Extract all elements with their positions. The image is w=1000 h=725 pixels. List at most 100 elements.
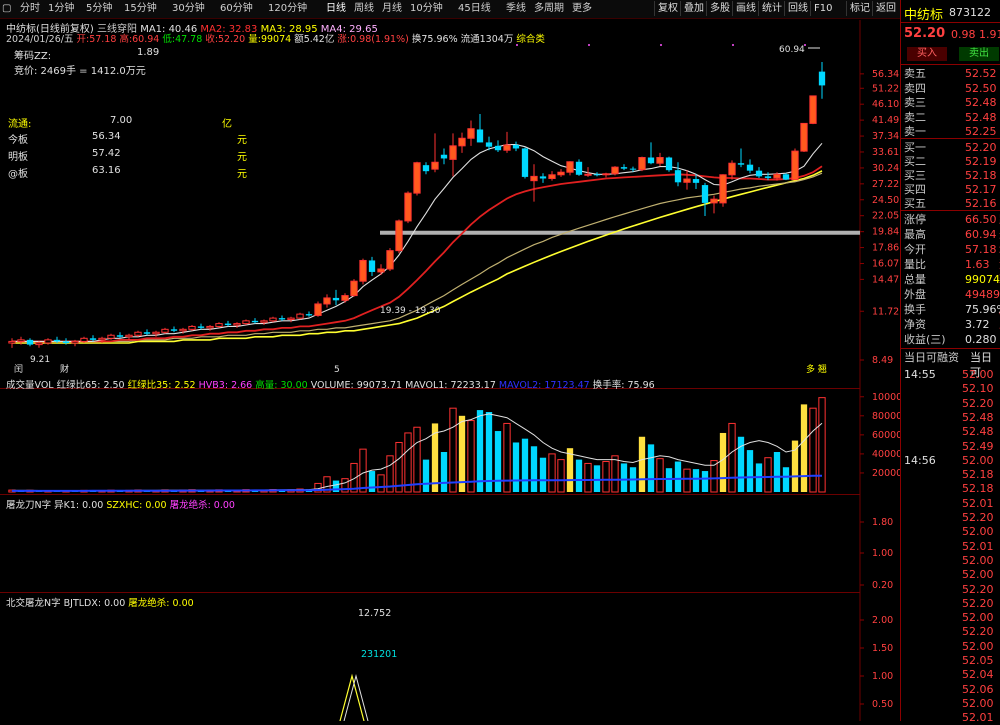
candle-body-down xyxy=(746,164,754,171)
volume-bar-up xyxy=(377,474,385,493)
candle-body-up xyxy=(656,157,664,164)
candle-body-down xyxy=(170,329,178,331)
float-label: 流通: xyxy=(8,119,32,130)
tick-price: 52.00 xyxy=(962,611,994,625)
candle-body-down xyxy=(53,339,61,342)
candle-body-up xyxy=(125,334,133,338)
volume-bar-highlight xyxy=(458,415,466,492)
candle-body-up xyxy=(350,280,358,297)
volume-bar-down xyxy=(782,467,790,492)
stat-row: 最高60.94最 xyxy=(904,227,1000,242)
quote-value: 52.20 xyxy=(965,141,997,154)
quote-value: 1.63 xyxy=(965,258,990,271)
volume-bar-up xyxy=(656,458,664,493)
next-board-value: 63.16 xyxy=(92,165,121,176)
tick-price: 52.48 xyxy=(962,425,994,439)
tick-price: 52.00 xyxy=(962,453,994,467)
tick-row: 52.00 xyxy=(904,639,1000,654)
quote-label: 净资 xyxy=(904,318,926,331)
divider xyxy=(900,22,1000,23)
candle-body-up xyxy=(107,334,115,339)
candle-body-up xyxy=(800,122,808,152)
candle-body-up xyxy=(467,128,475,139)
float-value: 7.00 xyxy=(110,115,133,126)
ind3-peak-white xyxy=(343,674,369,721)
volume-bar-down xyxy=(440,452,448,492)
tick-row: 52.01 xyxy=(904,710,1000,725)
price-tick-label: 33.61 xyxy=(872,147,899,158)
indicator3-peak-label: 12.752 xyxy=(358,608,392,619)
volume-bar-down xyxy=(593,465,601,492)
candle-body-up xyxy=(8,340,16,344)
candle-body-up xyxy=(584,173,592,176)
candle-body-up xyxy=(269,317,277,322)
indicator2-header: 屠龙刀N字 异K1: 0.00 SZXHC: 0.00 屠龙绝杀: 0.00 xyxy=(6,500,235,511)
quote-label: 卖四 xyxy=(904,81,926,95)
quote-label: 买三 xyxy=(904,169,926,182)
ticks-header-label: 当日可融资 xyxy=(904,351,959,364)
candle-body-down xyxy=(737,163,745,165)
tick-price: 52.48 xyxy=(962,410,994,424)
volume-bar-down xyxy=(494,431,502,492)
candle-body-down xyxy=(440,154,448,159)
volume-header: 成交量VOL 红绿比65: 2.50 红绿比35: 2.52 HVB3: 2.6… xyxy=(6,380,655,391)
tick-row: 52.04 xyxy=(904,667,1000,682)
candle-body-up xyxy=(152,331,160,335)
candle-body-down xyxy=(764,176,772,178)
ind2-tick-label: 0.20 xyxy=(872,580,893,591)
candle-body-up xyxy=(683,178,691,183)
volume-bar-down xyxy=(692,469,700,492)
candle-body-down xyxy=(476,129,484,143)
price-tick-label: 17.86 xyxy=(872,243,899,254)
tick-price: 52.01 xyxy=(962,539,994,553)
tick-row: 52.00 xyxy=(904,567,1000,582)
volume-bar-up xyxy=(557,459,565,493)
price-change: 0.98 xyxy=(951,28,976,41)
price-tick-label: 8.49 xyxy=(872,355,893,366)
volume-bar-up xyxy=(503,422,511,493)
candle-body-down xyxy=(278,318,286,320)
tick-price: 52.20 xyxy=(962,625,994,639)
candle-body-down xyxy=(62,341,70,344)
volume-bar-up xyxy=(395,441,403,493)
volume-bar-up xyxy=(683,468,691,493)
quote-value: 60.94 xyxy=(965,228,997,241)
tick-row: 52.48 xyxy=(904,410,1000,425)
candle-body-down xyxy=(620,167,628,169)
price-tick-label: 24.50 xyxy=(872,195,899,206)
buy-button[interactable]: 买入 xyxy=(907,47,947,61)
kline-chart[interactable]: 56.34 51.22 46.10 41.49 37.34 33.61 30.24 27.22… xyxy=(0,0,900,721)
tick-row: 52.00 xyxy=(904,696,1000,711)
volume-tick-label: 80000 xyxy=(872,411,900,422)
tick-price: 52.05 xyxy=(962,654,994,667)
sell-button[interactable]: 卖出 xyxy=(959,47,999,61)
tick-price: 52.49 xyxy=(962,439,994,453)
tick-price: 52.01 xyxy=(962,496,994,510)
float-unit: 亿 xyxy=(222,119,232,130)
zz-label: 筹码ZZ: xyxy=(14,51,52,62)
yuan-unit: 元 xyxy=(237,135,247,146)
quote-value: 52.48 xyxy=(965,96,997,109)
quote-value: 52.48 xyxy=(965,110,997,124)
candle-body-up xyxy=(341,295,349,301)
price-tick-label: 46.10 xyxy=(872,99,899,110)
candle-body-down xyxy=(782,174,790,180)
volume-bar-up xyxy=(359,448,367,493)
quote-label: 最高 xyxy=(904,228,926,241)
tick-row: 52.49 xyxy=(904,439,1000,454)
tick-row: 52.01 xyxy=(904,496,1000,511)
tick-price: 52.01 xyxy=(962,711,994,725)
volume-bar-highlight xyxy=(800,404,808,492)
divider xyxy=(900,64,1000,65)
candle-body-up xyxy=(80,337,88,342)
ask-row: 卖三52.481 xyxy=(904,95,1000,110)
ind2-tick-label: 1.00 xyxy=(872,548,893,559)
quote-label: 今开 xyxy=(904,243,926,256)
quote-label: 量比 xyxy=(904,258,926,271)
volume-bar-down xyxy=(512,442,520,492)
today-board-value: 56.34 xyxy=(92,131,121,142)
price-tick-label: 22.05 xyxy=(872,211,899,222)
tick-price: 52.20 xyxy=(962,582,994,596)
ind3-tick-label: 2.00 xyxy=(872,615,893,626)
candle-body-up xyxy=(395,220,403,252)
